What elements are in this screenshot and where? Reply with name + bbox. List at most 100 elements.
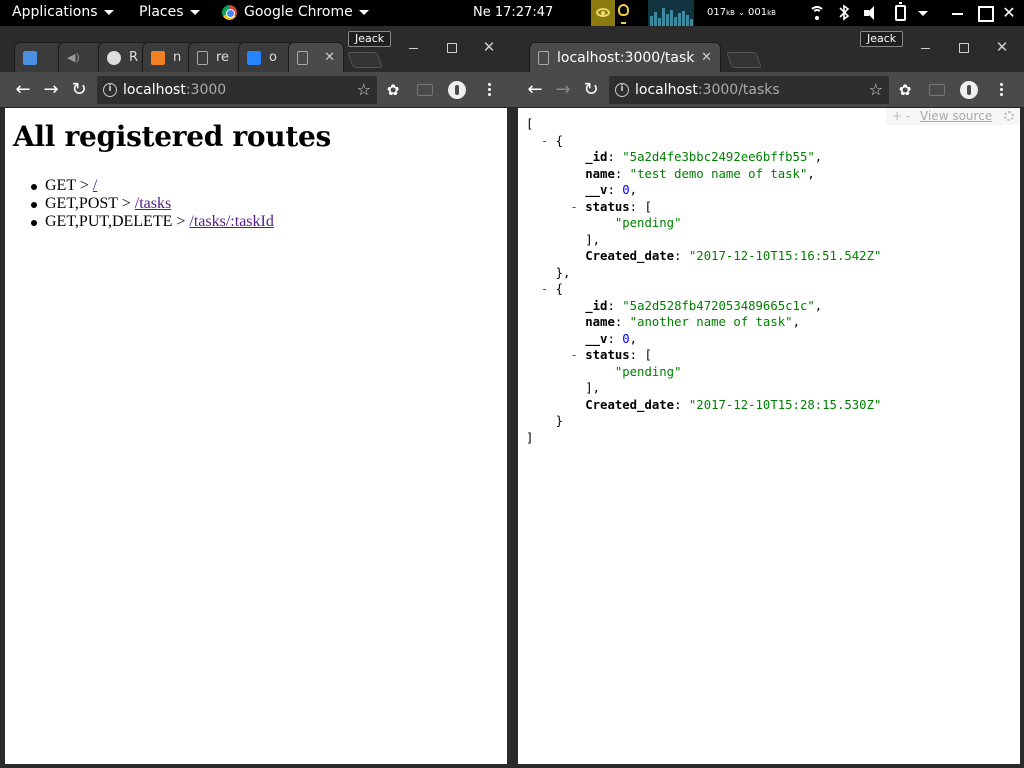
- list-item: GET > /: [31, 177, 507, 195]
- circle-extension-icon[interactable]: [448, 81, 466, 99]
- network-speed[interactable]: 017kB ⌄ 001kB: [707, 7, 776, 18]
- circle-extension-icon[interactable]: [960, 81, 978, 99]
- back-icon[interactable]: ←: [12, 79, 34, 101]
- close-icon[interactable]: ✕: [1000, 4, 1018, 22]
- route-link[interactable]: /tasks/:taskId: [189, 213, 273, 230]
- tab-stackoverflow[interactable]: n: [142, 42, 194, 72]
- places-menu[interactable]: Places: [139, 4, 200, 20]
- chevron-down-icon: [103, 9, 114, 15]
- close-tab-icon[interactable]: ✕: [318, 50, 335, 65]
- json-value: "5a2d4fe3bbc2492ee6bffb55": [622, 150, 815, 164]
- bookmark-star-icon[interactable]: ☆: [869, 76, 883, 104]
- gnome-top-bar: Applications Places Google Chrome Ne 17:…: [0, 0, 1024, 26]
- maximize-icon[interactable]: [976, 4, 994, 22]
- battery-icon[interactable]: [895, 2, 906, 21]
- paw-extension-icon[interactable]: ✿: [384, 81, 402, 99]
- app-menu[interactable]: Google Chrome: [222, 4, 369, 20]
- close-tab-icon[interactable]: ✕: [695, 50, 712, 65]
- new-tab-button[interactable]: [726, 52, 762, 68]
- mail-extension-icon[interactable]: [417, 84, 433, 96]
- places-label: Places: [139, 4, 184, 20]
- forward-icon[interactable]: →: [40, 79, 62, 101]
- profile-button[interactable]: Jeack: [860, 31, 904, 47]
- collapse-toggle[interactable]: -: [541, 134, 548, 148]
- chevron-down-icon[interactable]: [918, 11, 928, 16]
- wifi-icon[interactable]: [809, 6, 825, 20]
- close-icon[interactable]: ✕: [480, 40, 498, 55]
- json-value: "pending": [614, 364, 682, 379]
- json-line: - {: [540, 282, 564, 296]
- tab-strip: Jeack ◀) R n re o ✕ ✕: [0, 26, 513, 72]
- json-line: name: "another name of task",: [585, 315, 800, 329]
- maximize-icon[interactable]: [956, 40, 974, 54]
- tab-mail[interactable]: [14, 42, 64, 72]
- system-monitor-graph[interactable]: [648, 0, 694, 26]
- json-line: Created_date: "2017-12-10T15:16:51.542Z": [585, 249, 882, 263]
- mail-extension-icon[interactable]: [929, 84, 945, 96]
- browser-toolbar: ← → ↻ i localhost:3000/tasks ☆ ✿: [513, 72, 1024, 108]
- json-line: Created_date: "2017-12-10T15:28:15.530Z": [585, 397, 882, 412]
- menu-kebab-icon[interactable]: [486, 81, 492, 99]
- page-title: All registered routes: [13, 120, 331, 153]
- tab-github[interactable]: R: [98, 42, 148, 72]
- new-tab-button[interactable]: [347, 52, 383, 68]
- address-bar[interactable]: i localhost:3000/tasks ☆: [609, 76, 889, 104]
- profile-button[interactable]: Jeack: [348, 31, 392, 47]
- maximize-icon[interactable]: [444, 40, 462, 54]
- volume-icon[interactable]: [864, 6, 880, 20]
- stackoverflow-icon: [151, 50, 165, 65]
- collapse-toggle[interactable]: -: [570, 200, 577, 214]
- page-viewport: + - View source [ - { _id: "5a2d4fe3bbc2…: [518, 108, 1020, 764]
- page-icon: [538, 50, 549, 65]
- info-icon[interactable]: i: [103, 83, 117, 97]
- info-icon[interactable]: i: [615, 83, 629, 97]
- net-up-unit: kB: [767, 9, 776, 17]
- paw-extension-icon[interactable]: ✿: [896, 81, 914, 99]
- page-viewport: All registered routes GET > / GET,POST >…: [5, 108, 507, 764]
- bookmark-star-icon[interactable]: ☆: [357, 76, 371, 104]
- route-link[interactable]: /: [93, 177, 97, 194]
- address-bar[interactable]: i localhost:3000 ☆: [97, 76, 377, 104]
- collapse-toggle[interactable]: -: [570, 348, 577, 362]
- reload-icon[interactable]: ↻: [68, 79, 90, 101]
- bluetooth-icon[interactable]: [838, 4, 850, 21]
- json-line: _id: "5a2d528fb472053489665c1c",: [585, 298, 823, 313]
- json-line: ],: [526, 381, 601, 395]
- chrome-icon: [222, 4, 237, 20]
- json-value: 0: [622, 183, 630, 197]
- collapse-toggle[interactable]: -: [541, 282, 548, 296]
- close-icon[interactable]: ✕: [993, 40, 1011, 55]
- json-value: "2017-12-10T15:16:51.542Z": [688, 249, 882, 263]
- tab-label: re: [216, 50, 230, 65]
- minimize-icon[interactable]: [406, 40, 424, 54]
- clock[interactable]: Ne 17:27:47: [473, 5, 553, 20]
- json-line: "pending": [526, 364, 1020, 381]
- json-value: 0: [622, 331, 630, 346]
- menu-kebab-icon[interactable]: [998, 81, 1004, 99]
- lightbulb-icon[interactable]: [618, 4, 629, 24]
- json-line: name: "test demo name of task",: [585, 166, 815, 181]
- app-menu-label: Google Chrome: [244, 4, 353, 20]
- back-icon[interactable]: ←: [524, 79, 546, 101]
- minimize-icon[interactable]: [918, 40, 936, 54]
- reload-icon[interactable]: ↻: [580, 79, 602, 101]
- tab-active[interactable]: ✕: [288, 42, 344, 72]
- json-line: - status: [: [570, 348, 652, 362]
- route-link[interactable]: /tasks: [135, 195, 171, 212]
- eye-icon[interactable]: [591, 0, 615, 26]
- forward-icon[interactable]: →: [552, 79, 574, 101]
- net-down-value: 017: [707, 7, 727, 18]
- applications-label: Applications: [12, 4, 98, 20]
- json-line: "pending": [526, 215, 1020, 232]
- speaker-icon: ◀): [67, 50, 80, 64]
- routes-list: GET > / GET,POST > /tasks GET,PUT,DELETE…: [31, 177, 507, 231]
- json-value: "pending": [614, 216, 682, 230]
- tab-label: n: [173, 50, 182, 65]
- tab-active[interactable]: localhost:3000/task ✕: [529, 42, 721, 72]
- minimize-icon[interactable]: [950, 4, 968, 22]
- url-text: localhost:3000: [123, 82, 227, 98]
- json-line: - {: [540, 133, 564, 148]
- applications-menu[interactable]: Applications: [12, 4, 114, 20]
- tab-bitbucket[interactable]: o: [238, 42, 294, 72]
- tab-page[interactable]: re: [188, 42, 244, 72]
